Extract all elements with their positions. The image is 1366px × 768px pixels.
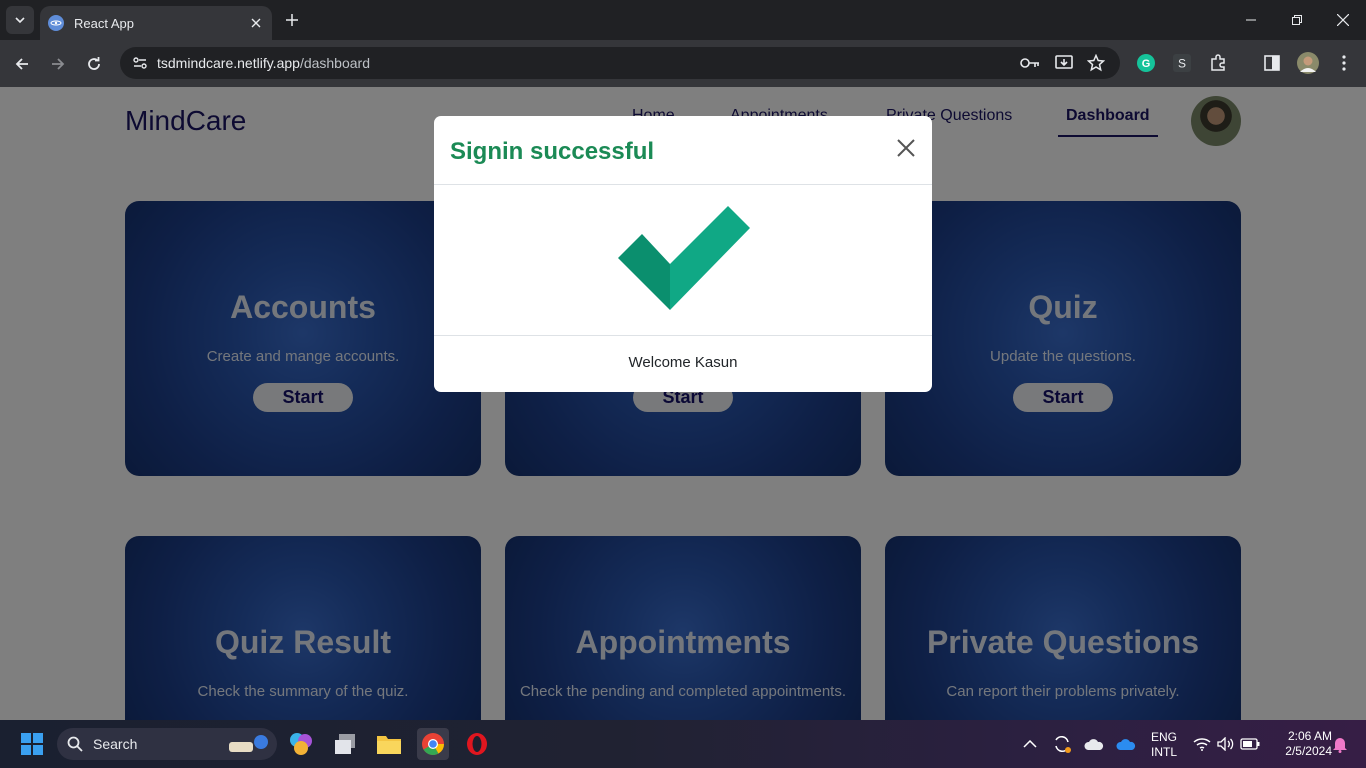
browser-tab-bar: React App <box>0 0 1366 40</box>
address-bar[interactable]: tsdmindcare.netlify.app/dashboard <box>120 47 1120 79</box>
svg-text:G: G <box>1142 58 1151 70</box>
tab-close-icon[interactable] <box>248 15 264 31</box>
chrome-taskbar-icon[interactable] <box>417 728 449 760</box>
signin-success-modal: Signin successful Welcome Kasun <box>434 116 932 392</box>
windows-taskbar: Search ENG INTL 2:06 AM 2/5/2024 <box>0 720 1366 768</box>
search-label: Search <box>93 736 138 752</box>
site-info-icon[interactable] <box>130 53 150 73</box>
profile-avatar-icon[interactable] <box>1296 51 1320 75</box>
clock[interactable]: 2:06 AM 2/5/2024 <box>1268 729 1332 759</box>
task-view-icon[interactable] <box>329 728 361 760</box>
notification-bell-icon[interactable] <box>1324 728 1356 760</box>
language-indicator[interactable]: ENG INTL <box>1146 730 1182 760</box>
clock-time: 2:06 AM <box>1287 729 1332 743</box>
grammarly-extension-icon[interactable]: G <box>1134 51 1158 75</box>
sync-icon[interactable] <box>1046 728 1078 760</box>
close-icon[interactable] <box>896 138 918 160</box>
checkmark-icon <box>618 206 750 310</box>
password-key-icon[interactable] <box>1020 53 1040 73</box>
browser-menu-icon[interactable] <box>1332 51 1356 75</box>
keyboard-layout: INTL <box>1150 745 1177 759</box>
opera-icon[interactable] <box>461 728 493 760</box>
restore-button[interactable] <box>1274 0 1320 40</box>
onedrive-personal-icon[interactable] <box>1078 728 1110 760</box>
arrow-right-icon <box>52 58 65 70</box>
reload-button[interactable] <box>80 50 108 78</box>
close-window-button[interactable] <box>1320 0 1366 40</box>
language-code: ENG <box>1150 730 1177 744</box>
new-tab-button[interactable] <box>280 8 304 32</box>
s-extension-icon[interactable]: S <box>1170 51 1194 75</box>
modal-title: Signin successful <box>450 138 655 165</box>
react-favicon-icon <box>48 15 64 31</box>
battery-icon[interactable] <box>1234 728 1266 760</box>
clock-date: 2/5/2024 <box>1285 744 1332 758</box>
arrow-left-icon <box>15 58 28 70</box>
browser-tab[interactable]: React App <box>40 6 272 40</box>
back-button[interactable] <box>8 50 36 78</box>
minimize-icon <box>1246 19 1256 21</box>
onedrive-business-icon[interactable] <box>1110 728 1142 760</box>
taskbar-search-box[interactable]: Search <box>57 728 277 760</box>
tab-title: React App <box>74 15 134 31</box>
extensions-puzzle-icon[interactable] <box>1206 51 1230 75</box>
file-explorer-icon[interactable] <box>373 728 405 760</box>
forward-button[interactable] <box>44 50 72 78</box>
tab-search-button[interactable] <box>6 6 34 34</box>
copilot-icon[interactable] <box>285 728 317 760</box>
plus-icon <box>286 14 298 26</box>
chevron-down-icon <box>15 17 25 24</box>
url-text: tsdmindcare.netlify.app/dashboard <box>157 55 370 71</box>
minimize-button[interactable] <box>1228 0 1274 40</box>
svg-text:S: S <box>1178 57 1186 71</box>
close-icon <box>1337 14 1349 26</box>
reload-icon <box>88 57 100 70</box>
search-highlight-icon <box>229 735 268 752</box>
chevron-up-icon[interactable] <box>1014 728 1046 760</box>
welcome-message: Welcome Kasun <box>628 354 738 371</box>
web-page: MindCare Home Appointments Private Quest… <box>0 87 1366 720</box>
bookmark-star-icon[interactable] <box>1086 53 1106 73</box>
restore-icon <box>1292 15 1302 25</box>
modal-body <box>434 186 932 336</box>
search-icon <box>67 736 83 752</box>
modal-header: Signin successful <box>434 116 932 185</box>
install-app-icon[interactable] <box>1054 53 1074 73</box>
windows-start-icon[interactable] <box>16 728 48 760</box>
side-panel-icon[interactable] <box>1260 51 1284 75</box>
